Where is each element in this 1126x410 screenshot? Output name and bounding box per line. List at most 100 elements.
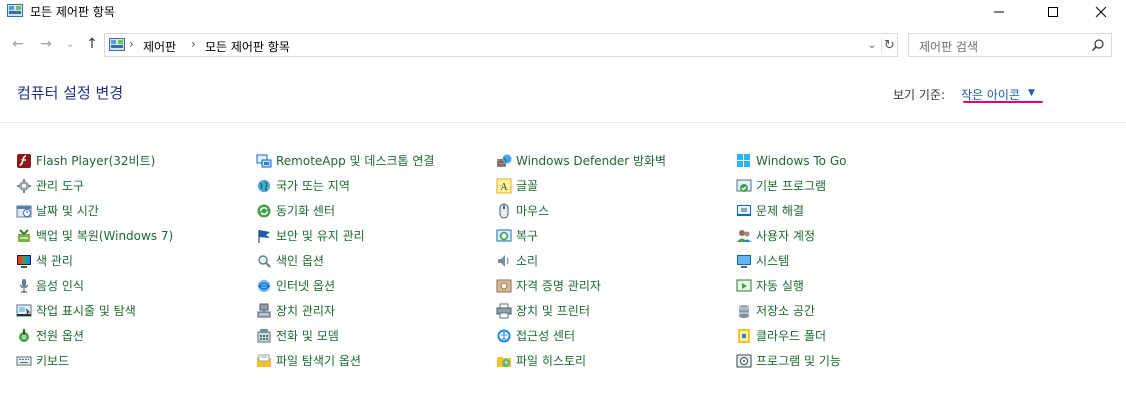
control-panel-item-label[interactable]: 날짜 및 시간 (36, 202, 99, 219)
control-panel-item[interactable]: 저장소 공간 (736, 298, 976, 323)
control-panel-item[interactable]: 파일 히스토리 (496, 348, 736, 373)
control-panel-item[interactable]: 소리 (496, 248, 736, 273)
control-panel-item[interactable]: A 글꼴 (496, 173, 736, 198)
control-panel-item-label[interactable]: 자동 실행 (756, 277, 804, 294)
control-panel-item[interactable]: Windows Defender 방화벽 (496, 148, 736, 173)
search-icon[interactable] (1091, 38, 1105, 52)
navigation-bar: ← → ⌄ ↑ › 제어판 › 모든 제어판 항목 ⌄ ↻ 제어판 검색 (0, 30, 1126, 58)
control-panel-item-label[interactable]: 마우스 (516, 202, 549, 219)
control-panel-item[interactable]: 작업 표시줄 및 탐색 (16, 298, 256, 323)
control-panel-item-label[interactable]: 색 관리 (36, 252, 73, 269)
control-panel-item[interactable]: RemoteApp 및 데스크톱 연결 (256, 148, 496, 173)
items-column-1: Flash Player(32비트) 관리 도구날짜 및 시간백업 및 복원(Wi… (16, 148, 256, 373)
control-panel-item-label[interactable]: 색인 옵션 (276, 252, 324, 269)
control-panel-item-label[interactable]: 전화 및 모뎀 (276, 327, 339, 344)
control-panel-item-label[interactable]: 국가 또는 지역 (276, 177, 350, 194)
control-panel-item-label[interactable]: 소리 (516, 252, 538, 269)
breadcrumb-control-panel[interactable]: 제어판 (143, 38, 176, 55)
control-panel-item-label[interactable]: 백업 및 복원(Windows 7) (36, 227, 173, 244)
control-panel-item-label[interactable]: 사용자 계정 (756, 227, 815, 244)
control-panel-item[interactable]: 문제 해결 (736, 198, 976, 223)
control-panel-item[interactable]: 기본 프로그램 (736, 173, 976, 198)
breadcrumb-separator[interactable]: › (191, 37, 196, 51)
control-panel-item[interactable]: 색인 옵션 (256, 248, 496, 273)
control-panel-item[interactable]: 복구 (496, 223, 736, 248)
control-panel-item[interactable]: 음성 인식 (16, 273, 256, 298)
control-panel-item-label[interactable]: 장치 관리자 (276, 302, 335, 319)
control-panel-item[interactable]: Flash Player(32비트) (16, 148, 256, 173)
close-button[interactable] (1078, 0, 1124, 24)
control-panel-item[interactable]: 키보드 (16, 348, 256, 373)
forward-button[interactable]: → (36, 34, 56, 54)
control-panel-item[interactable]: 자격 증명 관리자 (496, 273, 736, 298)
control-panel-item-label[interactable]: 파일 히스토리 (516, 352, 586, 369)
taskbar-icon (16, 303, 32, 319)
control-panel-item-label[interactable]: 시스템 (756, 252, 789, 269)
back-button[interactable]: ← (8, 34, 28, 54)
control-panel-item-label[interactable]: 파일 탐색기 옵션 (276, 352, 361, 369)
control-panel-item[interactable]: 접근성 센터 (496, 323, 736, 348)
control-panel-item-label[interactable]: 전원 옵션 (36, 327, 84, 344)
control-panel-item[interactable]: 관리 도구 (16, 173, 256, 198)
control-panel-item-label[interactable]: 기본 프로그램 (756, 177, 826, 194)
control-panel-item-label[interactable]: 클라우드 폴더 (756, 327, 826, 344)
recent-locations-button[interactable]: ⌄ (60, 34, 80, 54)
control-panel-item[interactable]: 프로그램 및 기능 (736, 348, 976, 373)
control-panel-item-label[interactable]: 접근성 센터 (516, 327, 575, 344)
control-panel-item-label[interactable]: 관리 도구 (36, 177, 84, 194)
search-box[interactable]: 제어판 검색 (908, 33, 1112, 57)
indexing-icon (256, 253, 272, 269)
control-panel-item-label[interactable]: 장치 및 프린터 (516, 302, 590, 319)
control-panel-item-label[interactable]: 작업 표시줄 및 탐색 (36, 302, 136, 319)
minimize-button[interactable] (976, 0, 1022, 24)
control-panel-item[interactable]: 날짜 및 시간 (16, 198, 256, 223)
control-panel-item-label[interactable]: 보안 및 유지 관리 (276, 227, 365, 244)
control-panel-item[interactable]: 파일 탐색기 옵션 (256, 348, 496, 373)
control-panel-item-label[interactable]: Windows To Go (756, 154, 846, 168)
control-panel-item-label[interactable]: 프로그램 및 기능 (756, 352, 841, 369)
refresh-button[interactable]: ↻ (881, 37, 897, 53)
control-panel-item[interactable]: Windows To Go (736, 148, 976, 173)
breadcrumb-all-items[interactable]: 모든 제어판 항목 (205, 38, 290, 55)
control-panel-item[interactable]: 동기화 센터 (256, 198, 496, 223)
control-panel-item[interactable]: 전화 및 모뎀 (256, 323, 496, 348)
control-panel-item[interactable]: 시스템 (736, 248, 976, 273)
control-panel-icon (109, 38, 125, 52)
control-panel-item[interactable]: 전원 옵션 (16, 323, 256, 348)
control-panel-item-label[interactable]: 자격 증명 관리자 (516, 277, 601, 294)
control-panel-item-label[interactable]: Windows Defender 방화벽 (516, 152, 666, 169)
control-panel-item[interactable]: 장치 관리자 (256, 298, 496, 323)
window-title: 모든 제어판 항목 (30, 5, 115, 19)
svg-text:A: A (500, 182, 508, 193)
control-panel-item[interactable]: 국가 또는 지역 (256, 173, 496, 198)
search-placeholder[interactable]: 제어판 검색 (919, 38, 978, 55)
control-panel-item-label[interactable]: 음성 인식 (36, 277, 84, 294)
control-panel-item[interactable]: 자동 실행 (736, 273, 976, 298)
control-panel-item[interactable]: 클라우드 폴더 (736, 323, 976, 348)
sync-icon (256, 203, 272, 219)
control-panel-item-label[interactable]: Flash Player(32비트) (36, 152, 155, 169)
control-panel-item-label[interactable]: 키보드 (36, 352, 69, 369)
control-panel-item[interactable]: 색 관리 (16, 248, 256, 273)
control-panel-item-label[interactable]: 복구 (516, 227, 538, 244)
control-panel-item-label[interactable]: 문제 해결 (756, 202, 804, 219)
chevron-down-icon[interactable]: ▼ (1028, 88, 1035, 98)
control-panel-item[interactable]: 백업 및 복원(Windows 7) (16, 223, 256, 248)
address-dropdown-button[interactable]: ⌄ (865, 38, 879, 52)
control-panel-item-label[interactable]: RemoteApp 및 데스크톱 연결 (276, 152, 434, 169)
up-button[interactable]: ↑ (82, 34, 102, 54)
control-panel-item[interactable]: 장치 및 프린터 (496, 298, 736, 323)
breadcrumb-separator[interactable]: › (129, 37, 134, 51)
header-divider (0, 122, 1126, 123)
control-panel-item[interactable]: 사용자 계정 (736, 223, 976, 248)
control-panel-item[interactable]: 마우스 (496, 198, 736, 223)
maximize-button[interactable] (1030, 0, 1076, 24)
firewall-icon (496, 153, 512, 169)
control-panel-item-label[interactable]: 동기화 센터 (276, 202, 335, 219)
address-bar[interactable]: › 제어판 › 모든 제어판 항목 ⌄ ↻ (104, 33, 898, 57)
control-panel-item[interactable]: 보안 및 유지 관리 (256, 223, 496, 248)
control-panel-item-label[interactable]: 저장소 공간 (756, 302, 815, 319)
control-panel-item[interactable]: 인터넷 옵션 (256, 273, 496, 298)
control-panel-item-label[interactable]: 글꼴 (516, 177, 538, 194)
control-panel-item-label[interactable]: 인터넷 옵션 (276, 277, 335, 294)
